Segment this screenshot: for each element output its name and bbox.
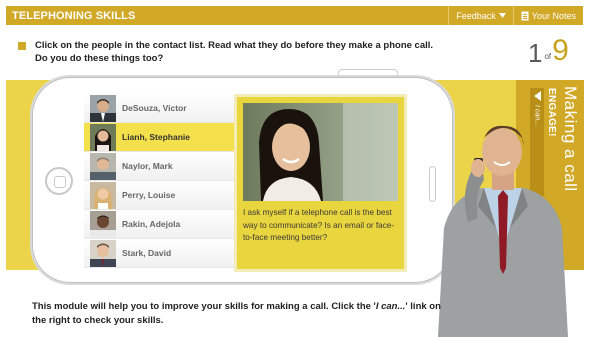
contact-detail-photo: [243, 103, 398, 201]
contact-item[interactable]: DeSouza, Victor: [84, 94, 234, 123]
phone-side-slot: [429, 166, 436, 202]
businessman-image: [438, 125, 568, 337]
triangle-left-icon: [533, 91, 541, 101]
contact-quote: I ask myself if a telephone call is the …: [243, 208, 395, 242]
contact-photo: [90, 181, 116, 209]
contact-photo: [90, 239, 116, 267]
contact-name: Lianh, Stephanie: [122, 132, 191, 142]
your-notes-label: Your Notes: [531, 10, 576, 21]
module-title: TELEPHONING SKILLS: [12, 9, 136, 22]
home-button-icon: [45, 167, 73, 195]
module-description: This module will help you to improve you…: [32, 300, 452, 327]
contact-name: Naylor, Mark: [122, 161, 173, 171]
contact-name: Perry, Louise: [122, 190, 176, 200]
current-page: 1: [528, 38, 543, 68]
contact-item[interactable]: Lianh, Stephanie: [84, 123, 234, 152]
description-text-before: This module will help you to improve you…: [32, 301, 376, 312]
contact-item[interactable]: Stark, David: [84, 239, 234, 268]
instruction: Click on the people in the contact list.…: [18, 39, 448, 65]
contact-name: Stark, David: [122, 248, 172, 258]
contact-list: DeSouza, Victor Lianh, Stephanie Naylor,…: [84, 94, 234, 272]
feedback-label: Feedback: [456, 10, 496, 21]
contact-item[interactable]: Naylor, Mark: [84, 152, 234, 181]
contact-photo: [90, 123, 116, 151]
contact-name: Rakin, Adejola: [122, 219, 181, 229]
total-pages: 9: [552, 34, 569, 67]
header-actions: Feedback Your Notes: [448, 6, 583, 25]
contact-photo: [90, 152, 116, 180]
page-counter: 1 of 9: [528, 33, 588, 68]
contact-item[interactable]: Perry, Louise: [84, 181, 234, 210]
contact-photo: [90, 210, 116, 238]
i-can-inline-link: I can...: [375, 301, 406, 312]
page-of-label: of: [544, 52, 552, 61]
contact-item[interactable]: Rakin, Adejola: [84, 210, 234, 239]
instruction-bullet: [18, 42, 26, 50]
notes-icon: [521, 11, 529, 20]
contact-name: DeSouza, Victor: [122, 103, 187, 113]
header-bar: TELEPHONING SKILLS Feedback Your Notes: [6, 6, 583, 25]
instruction-text: Click on the people in the contact list.…: [35, 40, 434, 64]
contact-detail-panel: I ask myself if a telephone call is the …: [237, 97, 404, 269]
your-notes-button[interactable]: Your Notes: [512, 6, 583, 25]
chevron-down-icon: [498, 13, 506, 18]
contact-photo: [90, 94, 116, 122]
feedback-button[interactable]: Feedback: [448, 6, 513, 25]
